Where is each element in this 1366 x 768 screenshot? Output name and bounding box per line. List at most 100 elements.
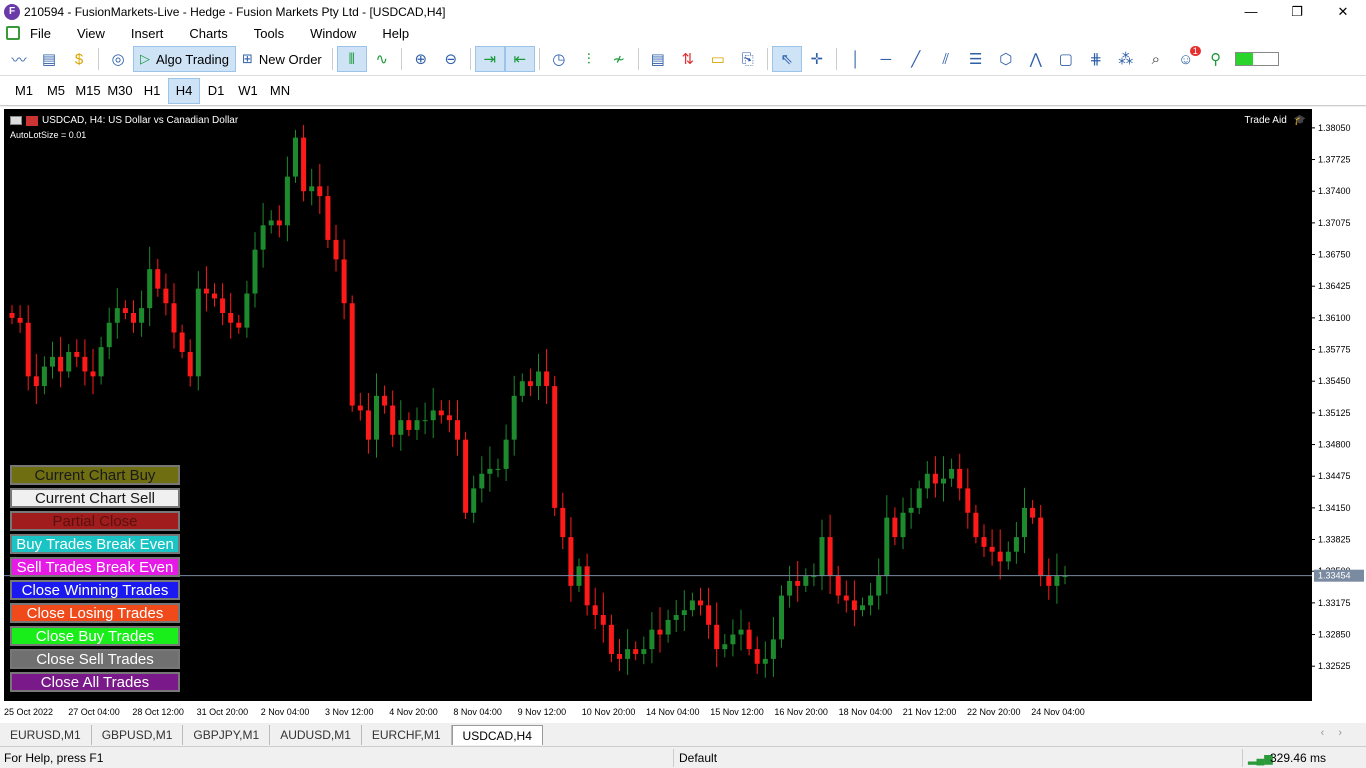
gann-icon[interactable]: ⋕ xyxy=(1081,46,1111,72)
tab-gbpjpy[interactable]: GBPJPY,M1 xyxy=(183,725,271,745)
candle-body xyxy=(203,288,209,294)
tab-gbpusd[interactable]: GBPUSD,M1 xyxy=(92,725,184,745)
trade-button-close-sell-trades[interactable]: Close Sell Trades xyxy=(10,649,180,669)
timeframe-m1[interactable]: M1 xyxy=(8,78,40,104)
trade-button-partial-close[interactable]: Partial Close xyxy=(10,511,180,531)
objects-icon[interactable]: ⁂ xyxy=(1111,46,1141,72)
chart-type-icon[interactable]: 〰 xyxy=(4,46,34,72)
candle-body xyxy=(106,322,112,348)
candle-body xyxy=(82,356,88,372)
trade-button-close-winning-trades[interactable]: Close Winning Trades xyxy=(10,580,180,600)
minimize-button[interactable]: — xyxy=(1228,0,1274,23)
search-icon[interactable]: ⌕ xyxy=(1141,46,1171,72)
time-tick-label: 25 Oct 2022 xyxy=(4,707,53,717)
menu-view[interactable]: View xyxy=(77,26,105,41)
new-order-label: New Order xyxy=(258,51,322,67)
depth-of-market-icon[interactable]: ▤ xyxy=(643,46,673,72)
current-price-label: 1.33454 xyxy=(1318,571,1351,581)
candle-body xyxy=(762,658,768,664)
candle-body xyxy=(536,371,541,387)
trade-button-close-buy-trades[interactable]: Close Buy Trades xyxy=(10,626,180,646)
menu-insert[interactable]: Insert xyxy=(131,26,164,41)
trade-aid[interactable]: Trade Aid 🎓 xyxy=(1244,115,1306,126)
horizontal-line-icon[interactable]: ─ xyxy=(871,46,901,72)
expert-icon[interactable]: ≁ xyxy=(604,46,634,72)
menu-window[interactable]: Window xyxy=(310,26,356,41)
line-chart-icon[interactable]: ∿ xyxy=(367,46,397,72)
candle-body xyxy=(487,468,493,474)
price-tick-label: 1.34475 xyxy=(1318,471,1351,481)
vertical-line-icon[interactable]: │ xyxy=(841,46,871,72)
chart-shift-icon[interactable]: ⇤ xyxy=(504,46,535,72)
candle-body xyxy=(730,634,736,645)
tab-scroll-arrows-icon[interactable]: ‹› xyxy=(1321,727,1356,739)
candle-body xyxy=(1038,517,1044,577)
restore-button[interactable]: ❐ xyxy=(1274,0,1320,23)
candle-body xyxy=(463,439,469,513)
candle-body xyxy=(139,308,145,323)
periods-icon[interactable]: ◷ xyxy=(544,46,574,72)
candle-body xyxy=(738,629,744,635)
crosshair-icon[interactable]: ✛ xyxy=(802,46,832,72)
candle-body xyxy=(981,537,987,547)
candle-body xyxy=(179,332,185,352)
algo-trading-button[interactable]: ▷ Algo Trading xyxy=(133,46,236,72)
trade-button-current-chart-sell[interactable]: Current Chart Sell xyxy=(10,488,180,508)
trade-button-buy-trades-break-even[interactable]: Buy Trades Break Even xyxy=(10,534,180,554)
candle-body xyxy=(155,269,161,289)
timeframe-h1[interactable]: H1 xyxy=(136,78,168,104)
menu-help[interactable]: Help xyxy=(382,26,409,41)
indicators-icon[interactable]: ⫶ xyxy=(574,46,604,72)
candle-body xyxy=(779,595,784,640)
market-icon[interactable]: ◎ xyxy=(103,46,133,72)
flag-ca-icon xyxy=(26,115,38,126)
one-click-trading-icon[interactable]: ⇅ xyxy=(673,46,703,72)
candle-body xyxy=(722,644,728,650)
menu-charts[interactable]: Charts xyxy=(189,26,227,41)
folder-icon[interactable]: ▭ xyxy=(703,46,733,72)
play-icon: ▷ xyxy=(140,51,150,66)
rectangle-icon[interactable]: ▢ xyxy=(1051,46,1081,72)
tab-audusd[interactable]: AUDUSD,M1 xyxy=(270,725,362,745)
cursor-icon[interactable]: ⇖ xyxy=(771,46,802,72)
trade-button-close-losing-trades[interactable]: Close Losing Trades xyxy=(10,603,180,623)
fibonacci-icon[interactable]: ☰ xyxy=(961,46,991,72)
zoom-in-icon[interactable]: ⊕ xyxy=(406,46,436,72)
candle-body xyxy=(406,420,412,430)
graduation-cap-icon: 🎓 xyxy=(1293,115,1306,126)
price-tick-label: 1.32525 xyxy=(1318,661,1351,671)
auto-scroll-icon[interactable]: ⇥ xyxy=(474,46,505,72)
timeframe-m15[interactable]: M15 xyxy=(72,78,104,104)
timeframe-d1[interactable]: D1 xyxy=(200,78,232,104)
tab-usdcad[interactable]: USDCAD,H4 xyxy=(451,725,543,745)
templates-icon[interactable]: ▤ xyxy=(34,46,64,72)
notifications-icon[interactable]: ☺ 1 xyxy=(1171,46,1201,72)
elliott-icon[interactable]: ⋀ xyxy=(1021,46,1051,72)
screenshot-icon[interactable]: ⎘ xyxy=(733,46,763,72)
new-order-button[interactable]: ⊞ New Order xyxy=(236,46,328,72)
timeframe-mn[interactable]: MN xyxy=(264,78,296,104)
candlestick-icon[interactable]: ⫴ xyxy=(336,46,367,72)
timeframe-m30[interactable]: M30 xyxy=(104,78,136,104)
timeframe-h4[interactable]: H4 xyxy=(168,77,200,104)
trade-button-current-chart-buy[interactable]: Current Chart Buy xyxy=(10,465,180,485)
deposit-icon[interactable]: $ xyxy=(64,46,94,72)
timeframe-m5[interactable]: M5 xyxy=(40,78,72,104)
tab-eurusd[interactable]: EURUSD,M1 xyxy=(0,725,92,745)
menu-tools[interactable]: Tools xyxy=(254,26,284,41)
signal-icon[interactable]: ⚲ xyxy=(1201,46,1231,72)
shapes-icon[interactable]: ⬡ xyxy=(991,46,1021,72)
tab-eurchf[interactable]: EURCHF,M1 xyxy=(362,725,452,745)
trade-button-sell-trades-break-even[interactable]: Sell Trades Break Even xyxy=(10,557,180,577)
channel-icon[interactable]: ⫽ xyxy=(931,46,961,72)
menu-file[interactable]: File xyxy=(30,26,51,41)
timeframe-w1[interactable]: W1 xyxy=(232,78,264,104)
trendline-icon[interactable]: ╱ xyxy=(901,46,931,72)
candle-body xyxy=(860,605,865,611)
price-chart[interactable]: USDCAD, H4: US Dollar vs Canadian Dollar… xyxy=(4,109,1312,701)
candle-body xyxy=(625,649,631,659)
zoom-out-icon[interactable]: ⊖ xyxy=(436,46,466,72)
close-button[interactable]: ✕ xyxy=(1320,0,1366,23)
candle-body xyxy=(382,395,388,406)
trade-button-close-all-trades[interactable]: Close All Trades xyxy=(10,672,180,692)
